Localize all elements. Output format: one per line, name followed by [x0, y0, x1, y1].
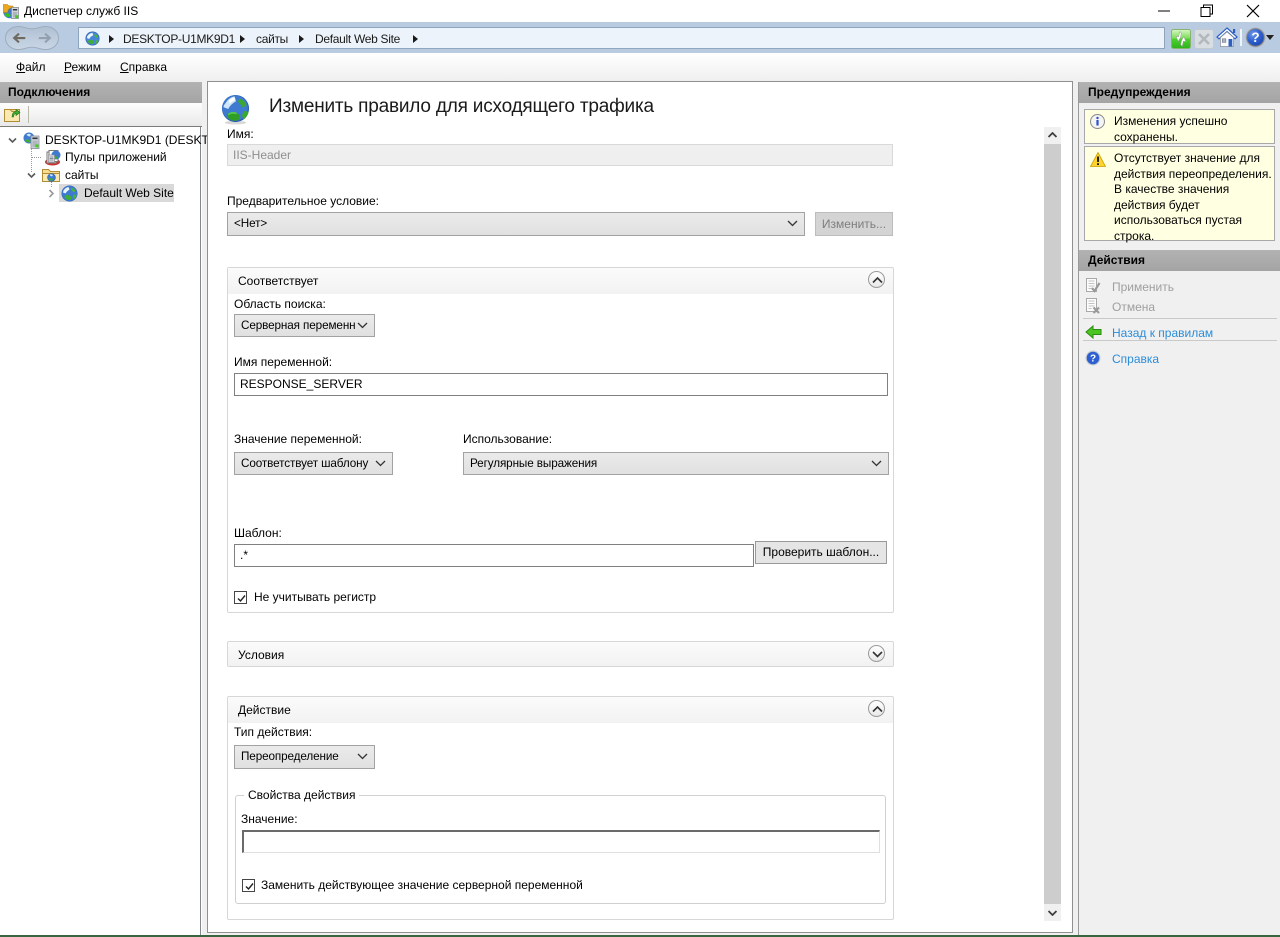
- svg-text:?: ?: [1090, 354, 1096, 365]
- svg-text:?: ?: [1251, 30, 1259, 45]
